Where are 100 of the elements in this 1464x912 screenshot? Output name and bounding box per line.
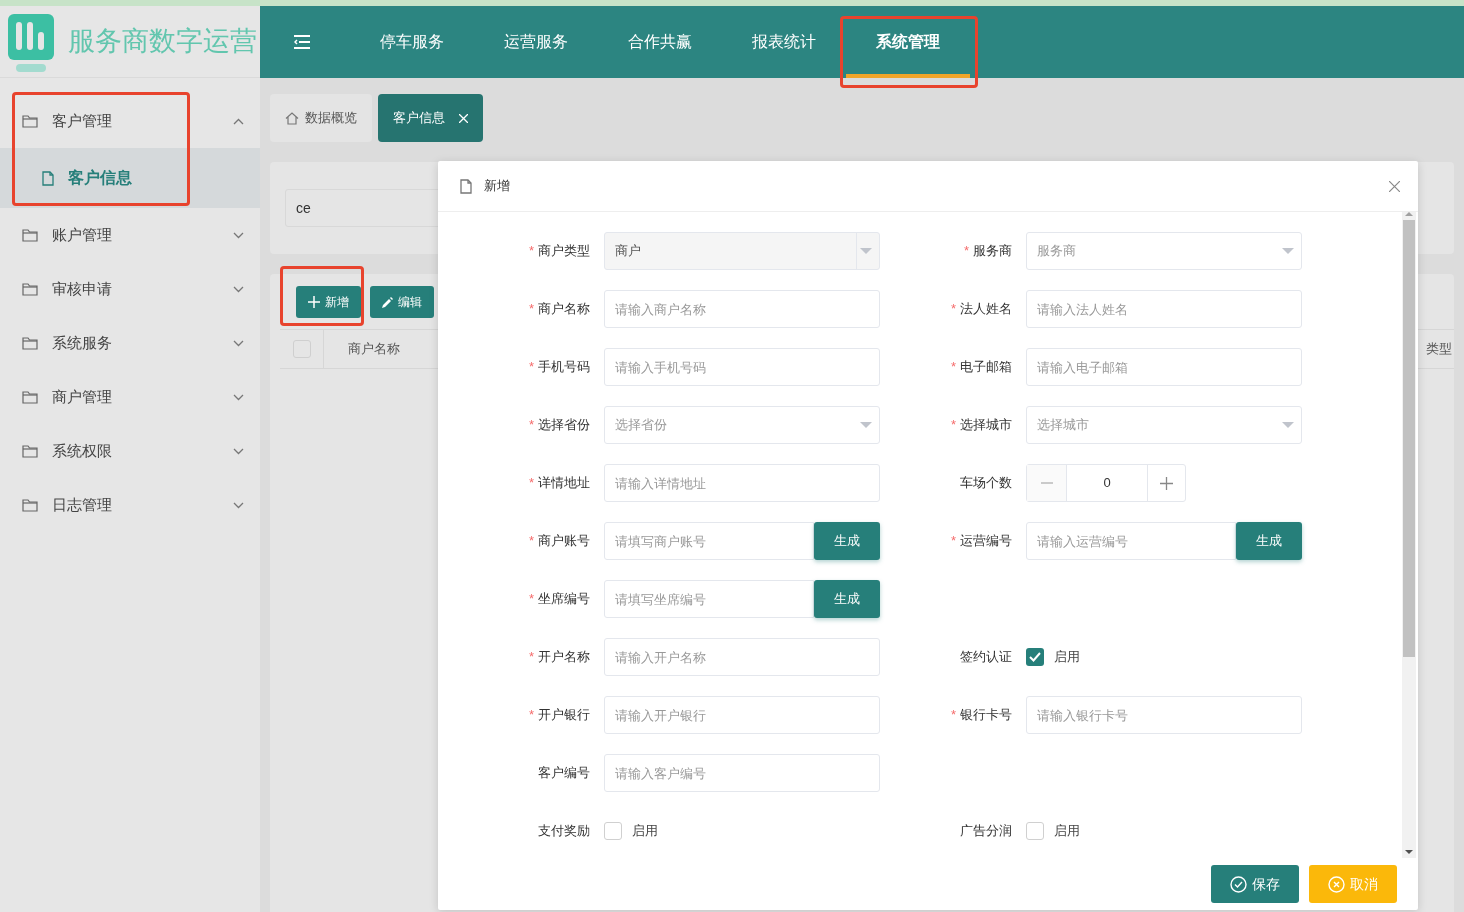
required-asterisk: * <box>528 300 534 319</box>
field-label: 商户类型 <box>538 242 590 261</box>
sidebar-group[interactable]: 账户管理 <box>0 208 260 262</box>
caret-icon <box>860 248 872 254</box>
add-button[interactable]: 新增 <box>296 286 361 318</box>
stepper-value: 0 <box>1102 474 1112 493</box>
sidebar-group[interactable]: 日志管理 <box>0 478 260 532</box>
edit-button[interactable]: 编辑 <box>370 286 434 318</box>
text-field[interactable]: 请输入手机号码 <box>604 348 880 386</box>
select-field[interactable]: 选择城市 <box>1026 406 1302 444</box>
required-asterisk: * <box>950 706 956 725</box>
text-field[interactable]: 请输入电子邮箱 <box>1026 348 1302 386</box>
scroll-down-icon[interactable] <box>1405 850 1413 854</box>
field-label: 商户账号 <box>538 532 590 551</box>
logo-title: 服务商数字运营 <box>68 25 257 59</box>
folder-icon <box>22 114 38 128</box>
plus-icon <box>308 296 320 308</box>
folder-icon <box>22 444 38 458</box>
folder-icon <box>22 390 38 404</box>
page-tab[interactable]: 客户信息 <box>378 94 483 142</box>
text-field[interactable]: 请输入客户编号 <box>604 754 880 792</box>
field-label: 车场个数 <box>960 474 1012 493</box>
field-label: 客户编号 <box>538 764 590 783</box>
sidebar-item[interactable]: 客户信息 <box>0 148 260 208</box>
chevron-down-icon <box>233 447 244 455</box>
generate-button[interactable]: 生成 <box>1236 522 1302 560</box>
number-stepper[interactable]: 0 <box>1026 464 1186 502</box>
sidebar-group[interactable]: 系统服务 <box>0 316 260 370</box>
check-circle-icon <box>1230 875 1247 893</box>
folder-icon <box>22 498 38 512</box>
required-asterisk: * <box>528 474 534 493</box>
checkbox[interactable] <box>604 822 622 840</box>
text-field[interactable]: 请输入银行卡号 <box>1026 696 1302 734</box>
nav-tab[interactable]: 合作共赢 <box>598 6 722 78</box>
nav-tab[interactable]: 运营服务 <box>474 6 598 78</box>
required-asterisk: * <box>528 532 534 551</box>
text-field[interactable]: 请输入开户银行 <box>604 696 880 734</box>
pencil-icon <box>382 296 393 308</box>
document-icon <box>460 178 472 194</box>
document-icon <box>42 170 54 186</box>
chevron-down-icon <box>233 339 244 347</box>
field-label: 选择省份 <box>538 416 590 435</box>
text-field[interactable]: 请输入商户名称 <box>604 290 880 328</box>
required-asterisk: * <box>950 358 956 377</box>
field-label: 运营编号 <box>960 532 1012 551</box>
required-asterisk: * <box>528 590 534 609</box>
chevron-down-icon <box>233 231 244 239</box>
folder-icon <box>22 228 38 242</box>
field-label: 法人姓名 <box>960 300 1012 319</box>
select-field[interactable]: 服务商 <box>1026 232 1302 270</box>
text-field[interactable]: 请填写坐席编号 <box>604 580 814 618</box>
required-asterisk: * <box>950 416 956 435</box>
scrollbar[interactable] <box>1402 212 1416 858</box>
sidebar-group[interactable]: 客户管理 <box>0 94 260 148</box>
save-button[interactable]: 保存 <box>1211 865 1299 903</box>
field-label: 支付奖励 <box>538 822 590 841</box>
field-label: 开户名称 <box>538 648 590 667</box>
checkbox-label: 启用 <box>632 822 658 841</box>
required-asterisk: * <box>950 300 956 319</box>
field-label: 选择城市 <box>960 416 1012 435</box>
nav-tab[interactable]: 报表统计 <box>722 6 846 78</box>
folder-icon <box>22 282 38 296</box>
field-label: 电子邮箱 <box>960 358 1012 377</box>
nav-tab[interactable]: 系统管理 <box>846 6 970 78</box>
text-field[interactable]: 请输入开户名称 <box>604 638 880 676</box>
required-asterisk: * <box>963 242 969 261</box>
sidebar-group[interactable]: 系统权限 <box>0 424 260 478</box>
text-field[interactable]: 请输入运营编号 <box>1026 522 1236 560</box>
field-label: 商户名称 <box>538 300 590 319</box>
caret-icon <box>1282 248 1294 254</box>
scroll-up-icon[interactable] <box>1405 212 1413 216</box>
checkbox[interactable] <box>1026 822 1044 840</box>
chevron-down-icon <box>233 393 244 401</box>
select-field[interactable]: 选择省份 <box>604 406 880 444</box>
generate-button[interactable]: 生成 <box>814 580 880 618</box>
generate-button[interactable]: 生成 <box>814 522 880 560</box>
checkbox-label: 启用 <box>1054 648 1080 667</box>
text-field[interactable]: 请输入法人姓名 <box>1026 290 1302 328</box>
required-asterisk: * <box>528 416 534 435</box>
text-field[interactable]: 请填写商户账号 <box>604 522 814 560</box>
caret-icon <box>860 422 872 428</box>
field-label: 广告分润 <box>960 822 1012 841</box>
close-icon[interactable] <box>1389 180 1400 192</box>
sidebar-group[interactable]: 审核申请 <box>0 262 260 316</box>
menu-icon[interactable] <box>294 35 310 49</box>
checkbox-label: 启用 <box>1054 822 1080 841</box>
nav-tab[interactable]: 停车服务 <box>350 6 474 78</box>
required-asterisk: * <box>528 648 534 667</box>
plus-icon[interactable] <box>1160 476 1173 490</box>
column-header: 商户名称 <box>348 340 400 359</box>
required-asterisk: * <box>528 242 534 261</box>
field-label: 银行卡号 <box>960 706 1012 725</box>
sidebar-group[interactable]: 商户管理 <box>0 370 260 424</box>
checkbox[interactable] <box>1026 648 1044 666</box>
text-field[interactable]: 请输入详情地址 <box>604 464 880 502</box>
field-label: 手机号码 <box>538 358 590 377</box>
column-header: 类型 <box>1426 340 1452 359</box>
chevron-up-icon <box>233 117 244 125</box>
page-tab[interactable]: 数据概览 <box>270 94 372 142</box>
required-asterisk: * <box>528 706 534 725</box>
